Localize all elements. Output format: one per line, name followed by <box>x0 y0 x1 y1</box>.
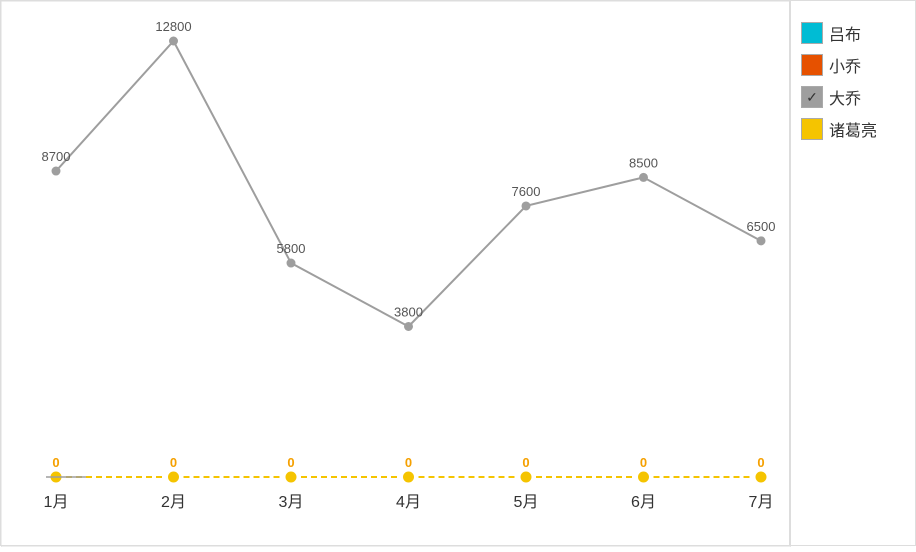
yellow-label-5: 0 <box>640 455 647 470</box>
legend-area: 吕布小乔大乔诸葛亮 <box>790 0 916 546</box>
yellow-dot-6 <box>756 472 766 482</box>
point-daqiao-5 <box>640 173 648 181</box>
yellow-label-2: 0 <box>287 455 294 470</box>
xlabel-2: 3月 <box>279 494 304 511</box>
point-daqiao-6 <box>757 237 765 245</box>
legend-color-0 <box>801 22 823 44</box>
yellow-dot-5 <box>639 472 649 482</box>
xlabel-5: 6月 <box>631 494 656 511</box>
label-daqiao-4: 7600 <box>512 184 541 199</box>
line-daqiao <box>56 41 761 326</box>
yellow-dot-4 <box>521 472 531 482</box>
point-daqiao-1 <box>170 37 178 45</box>
yellow-dot-2 <box>286 472 296 482</box>
legend-item-2[interactable]: 大乔 <box>801 85 905 109</box>
yellow-label-0: 0 <box>52 455 59 470</box>
legend-color-1 <box>801 54 823 76</box>
xlabel-0: 1月 <box>44 494 69 511</box>
chart-svg: 8700 12800 5800 3800 7600 8500 6500 0 0 0 0 0 0 0 1月 2月… <box>1 1 791 547</box>
xlabel-4: 5月 <box>514 494 539 511</box>
legend-item-1[interactable]: 小乔 <box>801 53 905 77</box>
yellow-dot-1 <box>169 472 179 482</box>
label-daqiao-3: 3800 <box>394 304 423 319</box>
legend-item-3[interactable]: 诸葛亮 <box>801 117 905 141</box>
label-daqiao-5: 8500 <box>629 155 658 170</box>
label-daqiao-6: 6500 <box>747 219 776 234</box>
legend-color-2 <box>801 86 823 108</box>
yellow-label-4: 0 <box>522 455 529 470</box>
point-daqiao-4 <box>522 202 530 210</box>
xlabel-3: 4月 <box>396 494 421 511</box>
label-daqiao-2: 5800 <box>277 241 306 256</box>
yellow-label-3: 0 <box>405 455 412 470</box>
label-daqiao-1: 12800 <box>155 19 191 34</box>
legend-label-3: 诸葛亮 <box>829 117 877 141</box>
legend-item-0[interactable]: 吕布 <box>801 21 905 45</box>
point-daqiao-3 <box>405 322 413 330</box>
chart-area: 8700 12800 5800 3800 7600 8500 6500 0 0 0 0 0 0 0 1月 2月… <box>0 0 790 546</box>
legend-color-3 <box>801 118 823 140</box>
point-daqiao-0 <box>52 167 60 175</box>
point-daqiao-2 <box>287 259 295 267</box>
legend-label-2: 大乔 <box>829 85 861 109</box>
xlabel-1: 2月 <box>161 494 186 511</box>
yellow-label-6: 0 <box>757 455 764 470</box>
legend-label-1: 小乔 <box>829 53 861 77</box>
yellow-label-1: 0 <box>170 455 177 470</box>
yellow-dot-3 <box>404 472 414 482</box>
label-daqiao-0: 8700 <box>42 149 71 164</box>
xlabel-6: 7月 <box>749 494 774 511</box>
legend-label-0: 吕布 <box>829 21 861 45</box>
